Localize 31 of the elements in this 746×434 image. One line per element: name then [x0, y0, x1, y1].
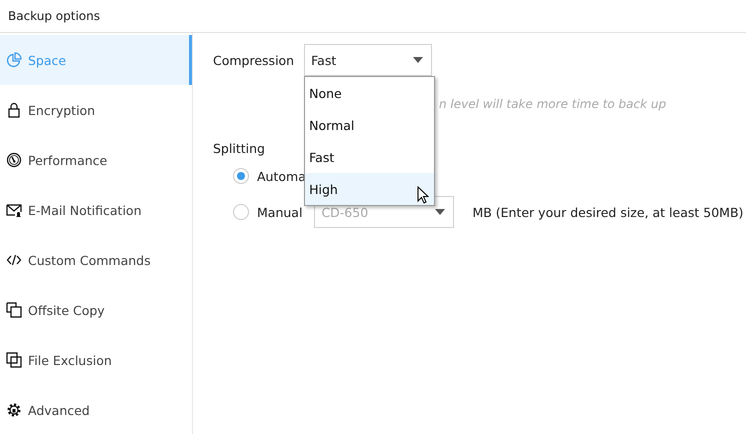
radio-button[interactable] [233, 168, 249, 184]
copy-icon [6, 302, 22, 318]
compression-dropdown[interactable]: Fast [304, 44, 432, 76]
sidebar-item[interactable]: File Exclusion [0, 335, 192, 385]
sidebar-item[interactable]: Offsite Copy [0, 285, 192, 335]
gauge-icon [6, 152, 22, 168]
dropdown-option[interactable]: None [305, 77, 434, 109]
radio-label: Automa [257, 168, 306, 184]
dropdown-option[interactable]: High [305, 173, 434, 205]
sidebar-item[interactable]: Encryption [0, 85, 192, 135]
overlapping-squares-icon [6, 352, 22, 368]
radio-label: Manual [257, 204, 302, 220]
dropdown-option[interactable]: Normal [305, 109, 434, 141]
sidebar-item[interactable]: Performance [0, 135, 192, 185]
sidebar-item[interactable]: E-Mail Notification [0, 185, 192, 235]
caret-icon [435, 209, 446, 215]
compression-label: Compression [213, 52, 294, 68]
mail-bell-icon [6, 202, 22, 218]
sidebar-item[interactable]: Advanced [0, 385, 192, 434]
dropdown-option[interactable]: Fast [305, 141, 434, 173]
code-icon [6, 252, 22, 268]
caret-icon [413, 57, 424, 63]
hint-text: n level will take more time to back up [439, 97, 668, 111]
pie-chart-icon [6, 52, 22, 68]
sidebar-item[interactable]: Custom Commands [0, 235, 192, 285]
settings-icon [6, 402, 22, 418]
size-note: MB (Enter your desired size, at least 50MB) [472, 204, 744, 220]
radio-button[interactable] [233, 204, 249, 220]
window-title: Backup options [8, 9, 100, 23]
lock-icon [6, 102, 22, 118]
splitting-label: Splitting [213, 141, 266, 156]
